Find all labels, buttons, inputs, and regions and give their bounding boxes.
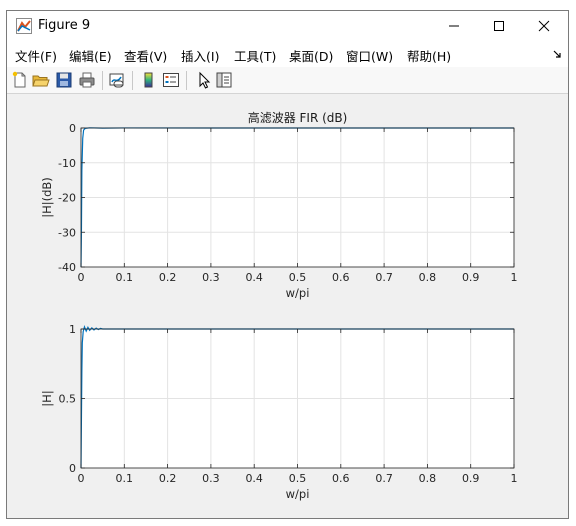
close-button[interactable] — [521, 11, 566, 41]
toolbar-separator — [186, 71, 187, 90]
menu-view[interactable]: 查看(V) — [124, 46, 167, 65]
matlab-figure-icon — [16, 18, 32, 34]
x-tick-label: 0.4 — [245, 271, 263, 284]
x-tick-label: 0.8 — [419, 271, 437, 284]
maximize-icon — [493, 21, 504, 31]
x-tick-label: 0.6 — [332, 472, 350, 485]
x-tick-label: 0.2 — [159, 472, 177, 485]
y-tick-label: 0 — [69, 122, 76, 135]
x-tick-label: 0.4 — [245, 472, 263, 485]
menu-bar: 文件(F) 编辑(E) 查看(V) 插入(I) 工具(T) 桌面(D) 窗口(W… — [7, 41, 568, 67]
axes-2: 0 0.1 0.2 0.3 0.4 0.5 0.6 0.7 0.8 0.9 1 0 0.5 1 w/pi |H… — [40, 323, 518, 501]
y-tick-label: 1 — [69, 323, 76, 336]
minimize-button[interactable] — [431, 11, 476, 41]
figure-toolbar — [7, 67, 568, 94]
y-axis-label: |H| — [40, 390, 54, 406]
x-tick-label: 0.3 — [202, 271, 220, 284]
chart-title: 高滤波器 FIR (dB) — [248, 110, 348, 125]
x-tick-label: 0.1 — [116, 271, 134, 284]
minimize-icon — [448, 25, 459, 27]
menu-file[interactable]: 文件(F) — [15, 46, 57, 65]
title-bar[interactable]: Figure 9 — [7, 11, 568, 41]
x-tick-label: 0.2 — [159, 271, 177, 284]
dock-arrow-icon[interactable] — [553, 50, 562, 59]
property-inspector-icon[interactable] — [215, 71, 233, 89]
x-axis-label: w/pi — [286, 286, 310, 300]
y-tick-label: 0.5 — [59, 393, 77, 406]
x-tick-label: 0.7 — [375, 472, 393, 485]
x-tick-label: 0.9 — [462, 472, 480, 485]
menu-help[interactable]: 帮助(H) — [407, 46, 451, 65]
open-file-icon[interactable] — [32, 71, 50, 89]
maximize-button[interactable] — [476, 11, 521, 41]
menu-edit[interactable]: 编辑(E) — [69, 46, 112, 65]
x-tick-label: 0 — [78, 271, 85, 284]
menu-insert[interactable]: 插入(I) — [181, 46, 219, 65]
y-tick-label: -30 — [58, 226, 76, 239]
insert-colorbar-icon[interactable] — [140, 71, 158, 89]
figure-canvas: 0 0.1 0.2 0.3 0.4 0.5 0.6 0.7 0.8 0.9 1 -40 -30 -20 -1… — [7, 94, 568, 520]
x-tick-label: 1 — [511, 472, 518, 485]
close-icon — [538, 20, 549, 32]
figure-plots: 0 0.1 0.2 0.3 0.4 0.5 0.6 0.7 0.8 0.9 1 -40 -30 -20 -1… — [40, 110, 518, 501]
insert-legend-icon[interactable] — [162, 71, 180, 89]
x-tick-label: 0.1 — [116, 472, 134, 485]
x-tick-label: 0.8 — [419, 472, 437, 485]
x-tick-label: 1 — [511, 271, 518, 284]
y-axis-label: |H|(dB) — [40, 177, 54, 218]
save-icon[interactable] — [55, 71, 73, 89]
link-plot-icon[interactable] — [108, 71, 126, 89]
x-axis-label: w/pi — [286, 487, 310, 501]
menu-window[interactable]: 窗口(W) — [346, 46, 393, 65]
y-tick-label: -10 — [58, 157, 76, 170]
x-tick-label: 0.7 — [375, 271, 393, 284]
x-tick-label: 0.6 — [332, 271, 350, 284]
menu-tools[interactable]: 工具(T) — [234, 46, 276, 65]
toolbar-separator — [132, 71, 133, 90]
edit-plot-icon[interactable] — [195, 71, 213, 89]
y-tick-label: -20 — [58, 192, 76, 205]
y-tick-label: -40 — [58, 261, 76, 274]
new-figure-icon[interactable] — [11, 71, 29, 89]
x-tick-label: 0.3 — [202, 472, 220, 485]
axes-1: 0 0.1 0.2 0.3 0.4 0.5 0.6 0.7 0.8 0.9 1 -40 -30 -20 -1… — [40, 110, 518, 300]
menu-desktop[interactable]: 桌面(D) — [289, 46, 333, 65]
x-tick-label: 0.5 — [289, 271, 307, 284]
figure-window: Figure 9 文件(F) 编辑(E) 查看(V) 插入(I) 工具(T) 桌… — [6, 10, 569, 519]
y-tick-label: 0 — [69, 462, 76, 475]
x-tick-label: 0 — [78, 472, 85, 485]
print-icon[interactable] — [78, 71, 96, 89]
toolbar-separator — [102, 71, 103, 90]
window-title: Figure 9 — [38, 18, 91, 33]
x-tick-label: 0.5 — [289, 472, 307, 485]
x-tick-label: 0.9 — [462, 271, 480, 284]
